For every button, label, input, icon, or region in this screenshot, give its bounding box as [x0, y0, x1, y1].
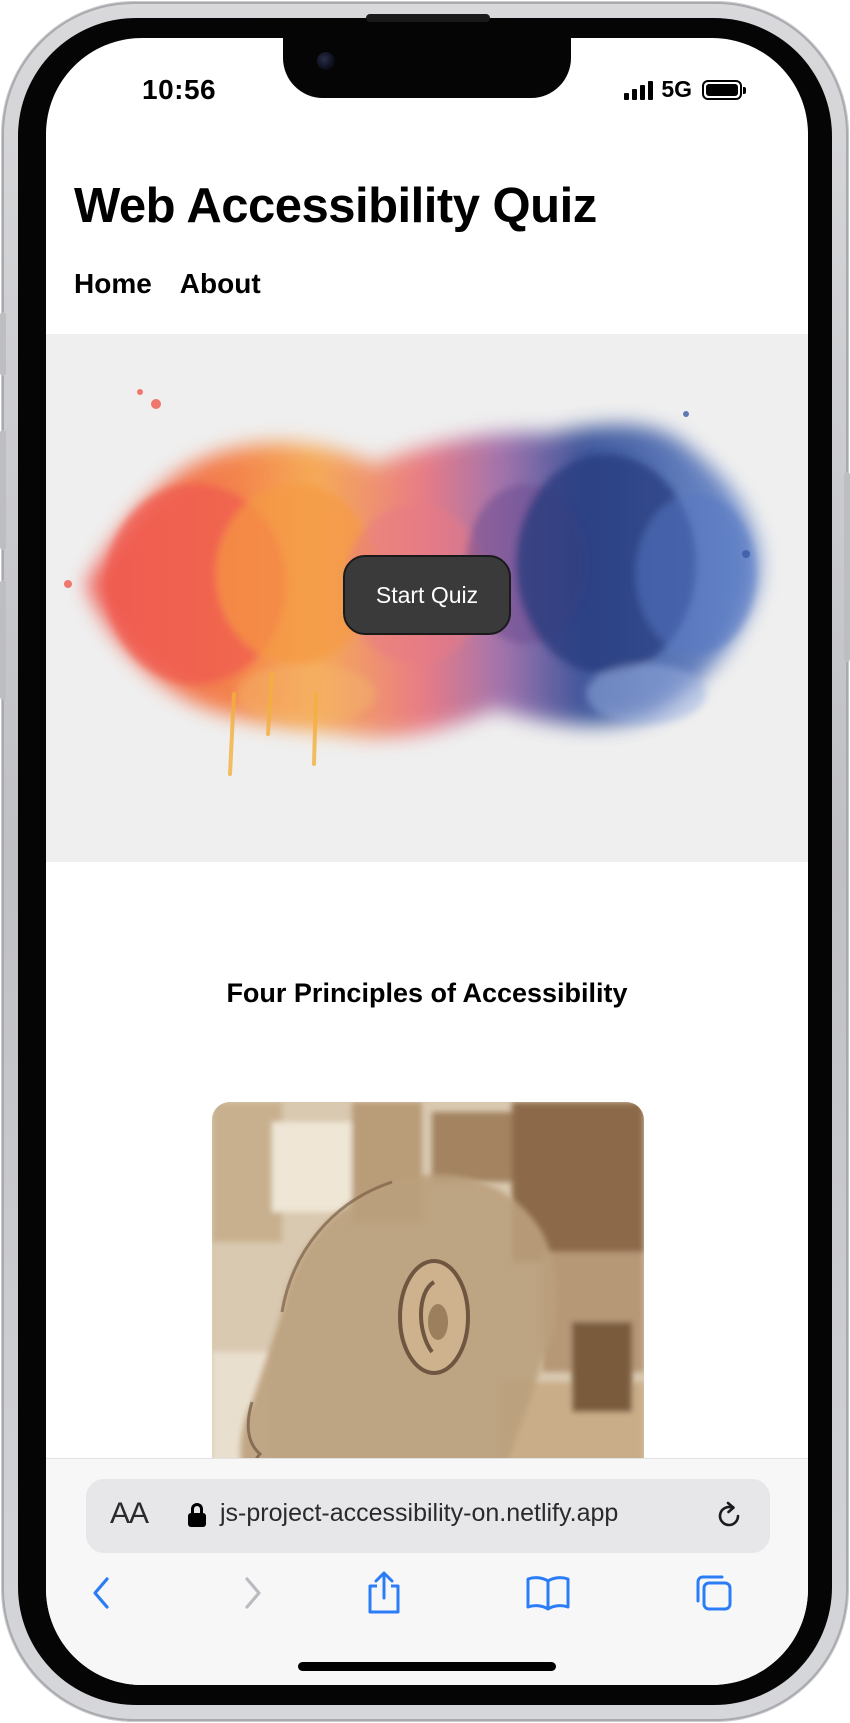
status-indicators: 5G [624, 76, 746, 103]
forward-button[interactable] [226, 1567, 278, 1619]
principles-heading: Four Principles of Accessibility [226, 978, 628, 1008]
share-button[interactable] [358, 1567, 410, 1619]
status-time: 10:56 [142, 74, 217, 105]
battery-full-icon [702, 79, 746, 100]
speaker-grille [366, 14, 490, 22]
url-text[interactable]: js-project-accessibility-on.netlify.app [220, 1499, 618, 1528]
start-quiz-button[interactable]: Start Quiz [343, 555, 511, 635]
home-indicator[interactable] [298, 1662, 556, 1671]
reload-icon[interactable] [712, 1499, 746, 1533]
lock-icon [188, 1503, 206, 1529]
bookmarks-button[interactable] [522, 1567, 574, 1619]
hero-section: Start Quiz [46, 334, 808, 862]
address-bar[interactable]: AA js-project-accessibility-on.netlify.a… [86, 1479, 770, 1553]
cellular-signal-icon [624, 80, 654, 100]
silent-switch [0, 312, 6, 376]
text-size-button[interactable]: AA [110, 1497, 149, 1531]
volume-down-button [0, 580, 6, 700]
notch [283, 38, 571, 98]
chevron-right-icon [245, 1577, 261, 1609]
browser-chrome: AA js-project-accessibility-on.netlify.a… [46, 1458, 808, 1685]
volume-up-button [0, 430, 6, 550]
back-button[interactable] [76, 1567, 128, 1619]
main-nav: Home About [74, 268, 261, 300]
share-icon [368, 1571, 400, 1614]
book-icon [526, 1576, 570, 1611]
tabs-icon [696, 1575, 732, 1611]
tabs-button[interactable] [688, 1567, 740, 1619]
front-camera [317, 52, 335, 70]
site-title: Web Accessibility Quiz [74, 179, 597, 233]
nav-link-about[interactable]: About [180, 268, 261, 300]
network-type: 5G [661, 76, 692, 102]
phone-screen: 10:56 5G Web Accessibility Quiz Home Abo… [46, 38, 808, 1685]
browser-toolbar [46, 1567, 808, 1637]
text-size-label: AA [110, 1497, 149, 1530]
chevron-left-icon [93, 1577, 109, 1609]
power-button [844, 472, 850, 662]
nav-link-home[interactable]: Home [74, 268, 152, 300]
